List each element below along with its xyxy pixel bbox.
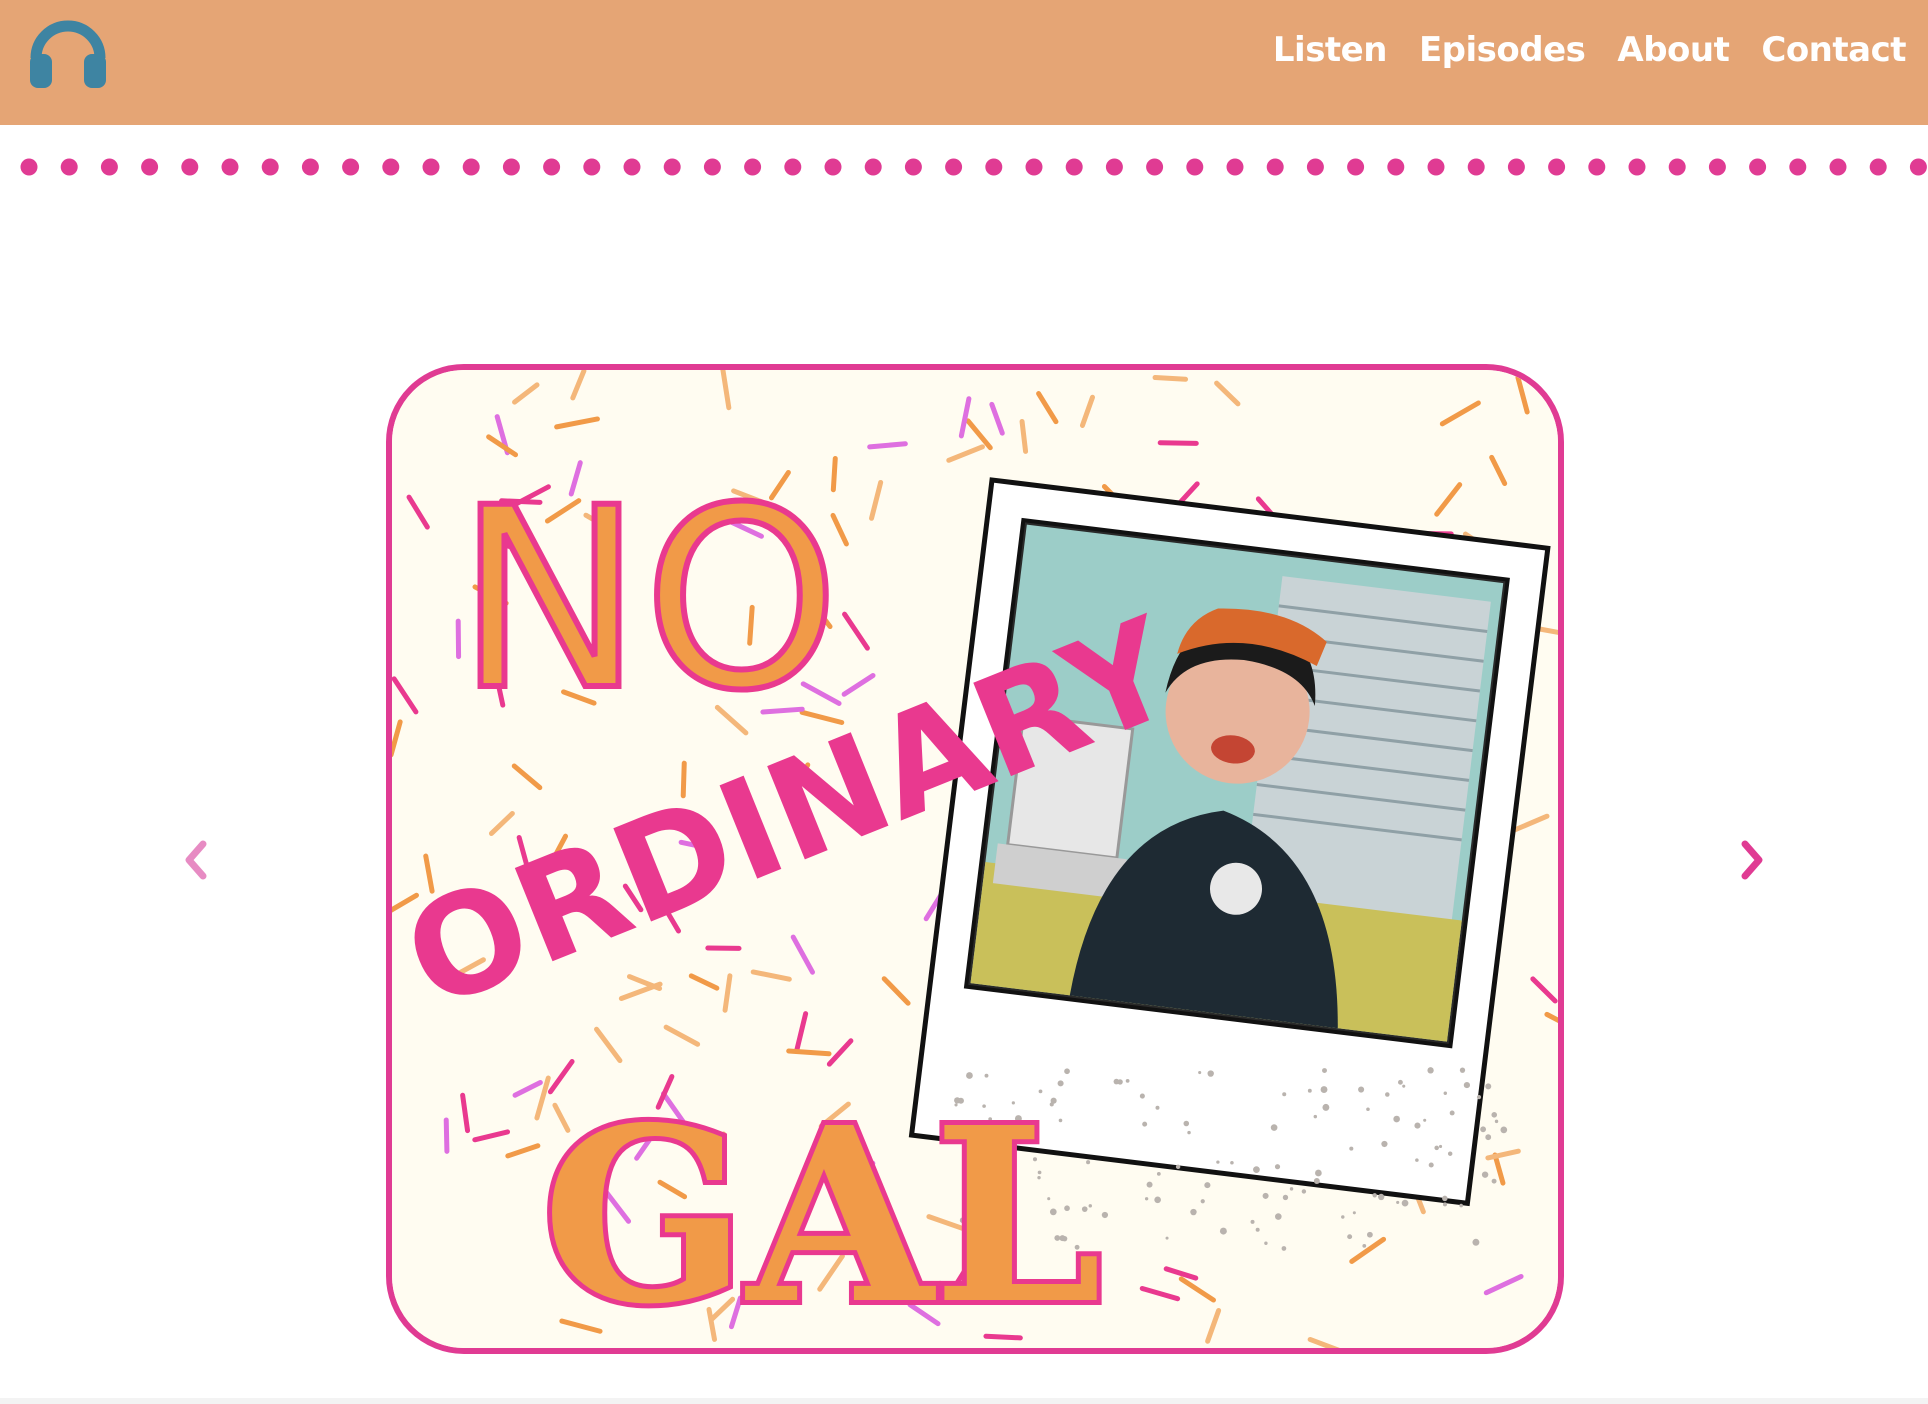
headphones-icon[interactable] — [26, 14, 110, 90]
nav-about[interactable]: About — [1617, 30, 1729, 70]
svg-text:NO: NO — [456, 454, 840, 745]
page-bottom-edge — [0, 1398, 1928, 1404]
slider-prev-button[interactable] — [166, 830, 226, 890]
nav-listen[interactable]: Listen — [1273, 30, 1388, 70]
nav-contact[interactable]: Contact — [1761, 30, 1906, 70]
nav-episodes[interactable]: Episodes — [1419, 30, 1586, 70]
title-no: NO — [453, 451, 843, 748]
site-header: Listen Episodes About Contact — [0, 0, 1928, 125]
chevron-left-icon — [185, 840, 207, 880]
podcast-cover-art: NO ORDINARY GAL — [386, 364, 1564, 1354]
dotted-divider — [20, 158, 1927, 176]
title-gal: GAL — [542, 1075, 1102, 1348]
slider-next-button[interactable] — [1722, 830, 1782, 890]
main-nav: Listen Episodes About Contact — [1273, 30, 1907, 70]
chevron-right-icon — [1741, 840, 1763, 880]
